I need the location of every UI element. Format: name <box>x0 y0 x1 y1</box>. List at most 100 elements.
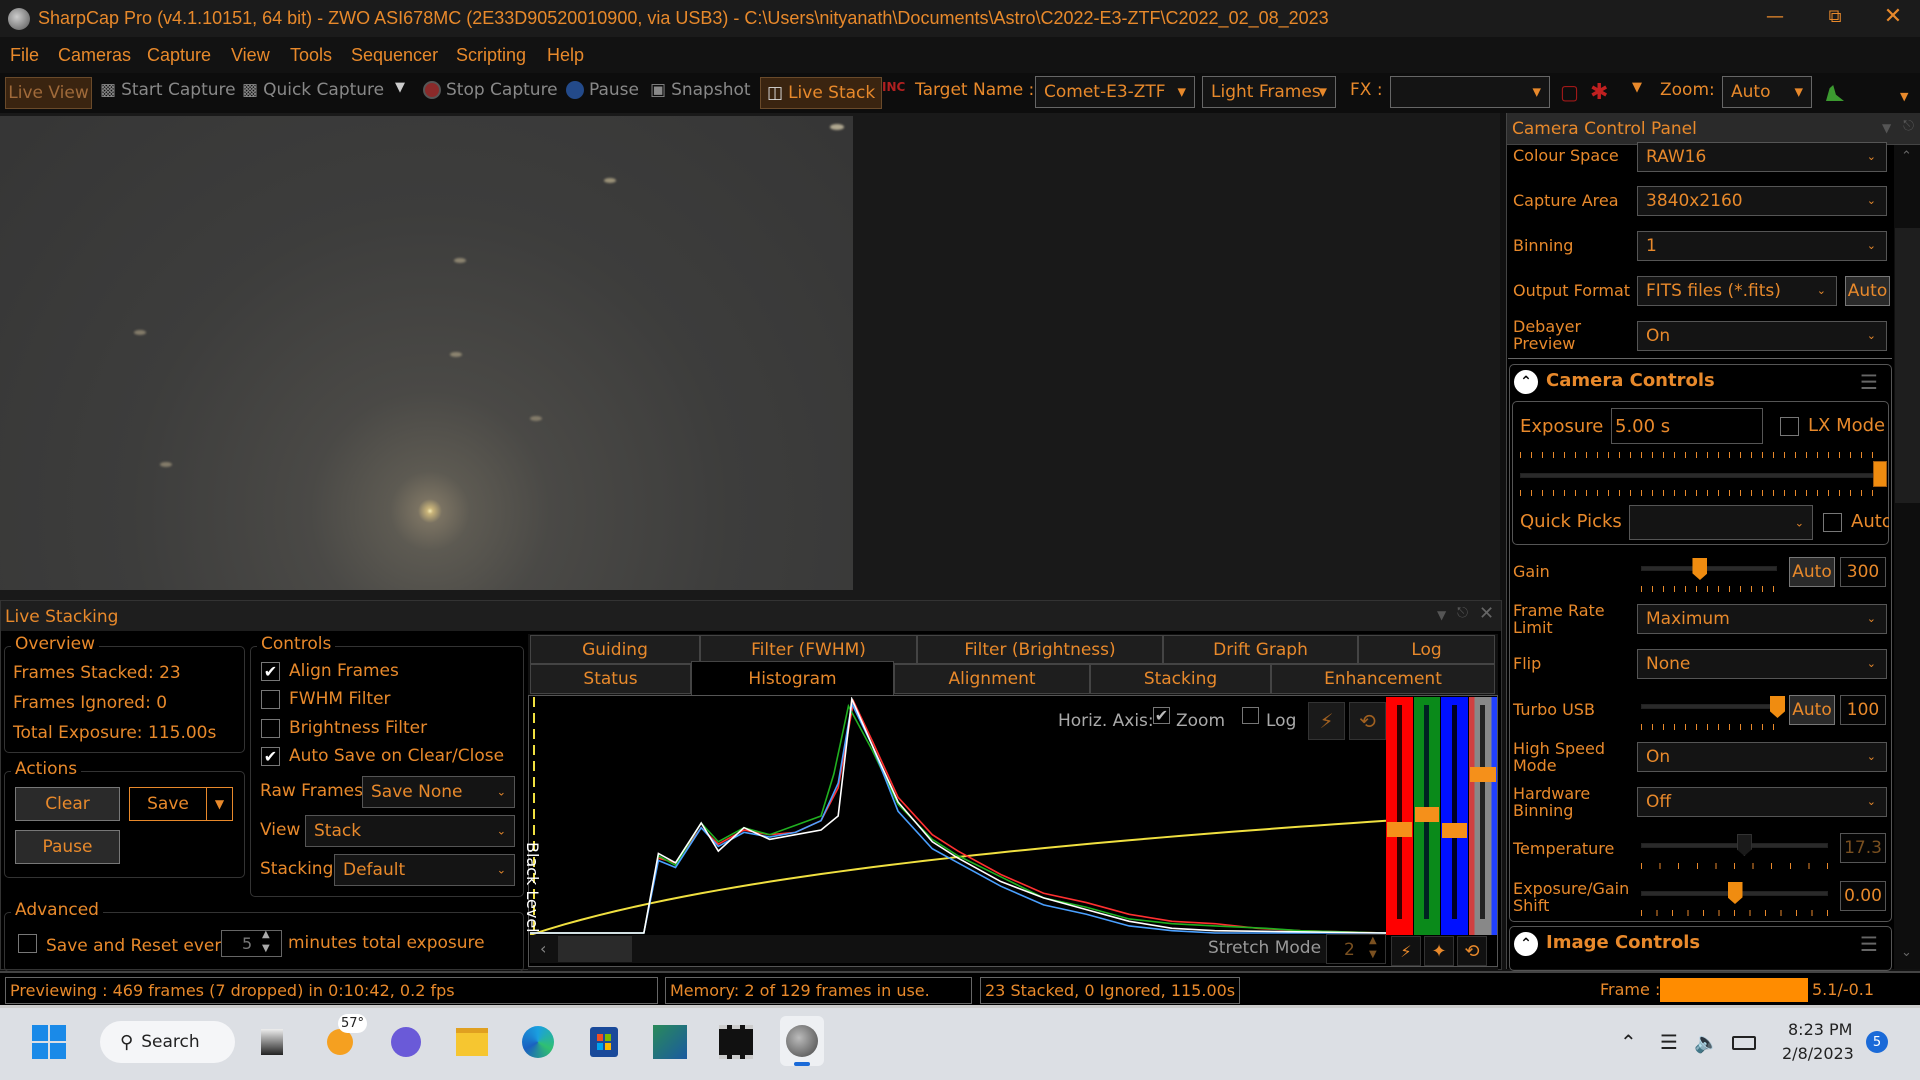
restore-button[interactable]: ⧉ <box>1820 6 1850 27</box>
wifi-icon[interactable]: ☰ <box>1660 1030 1678 1054</box>
spin-down-icon[interactable]: ▼ <box>1369 949 1377 960</box>
exposure-input[interactable]: 5.00 s <box>1611 408 1763 444</box>
battery-icon[interactable] <box>1732 1036 1756 1050</box>
menu-tools[interactable]: Tools <box>290 45 332 66</box>
green-level-slider[interactable] <box>1414 697 1440 935</box>
pause-stacking-button[interactable]: Pause <box>15 830 120 864</box>
tab-stacking[interactable]: Stacking <box>1090 664 1271 694</box>
taskbar-search[interactable]: ⚲ Search <box>100 1021 235 1063</box>
scroll-down-icon[interactable]: ⌄ <box>1901 945 1912 960</box>
target-name-select[interactable]: Comet-E3-ZTF ▼ <box>1035 76 1195 108</box>
histogram-plot[interactable] <box>530 697 1386 935</box>
toolbar-overflow-icon[interactable]: ▼ <box>1900 90 1908 103</box>
debayer-preview-select[interactable]: On ⌄ <box>1637 321 1887 351</box>
turbo-usb-slider[interactable] <box>1641 704 1777 709</box>
output-format-auto-button[interactable]: Auto <box>1845 276 1890 306</box>
exposure-slider-thumb[interactable] <box>1873 461 1887 487</box>
panel-menu-icon[interactable]: ▼ <box>1437 608 1446 622</box>
pause-button[interactable]: Pause <box>566 80 639 100</box>
save-options-dropdown[interactable]: ▼ <box>206 787 233 821</box>
spin-up-icon[interactable]: ▲ <box>262 929 270 940</box>
raw-frames-select[interactable]: Save None ⌄ <box>362 776 515 808</box>
scrollbar-thumb[interactable] <box>558 936 632 962</box>
start-button[interactable] <box>27 1020 71 1064</box>
flip-select[interactable]: None ⌄ <box>1637 649 1887 679</box>
task-view-icon[interactable] <box>250 1020 294 1064</box>
sharpcap-taskbar-icon[interactable] <box>780 1016 824 1066</box>
overlay-dropdown[interactable]: ▼ <box>1632 80 1642 95</box>
spin-up-icon[interactable]: ▲ <box>1369 935 1377 946</box>
quick-capture-button[interactable]: ▩ Quick Capture <box>242 80 384 100</box>
quick-picks-select[interactable]: ⌄ <box>1629 505 1813 540</box>
scroll-up-icon[interactable]: ⌃ <box>1901 149 1912 164</box>
hardware-binning-select[interactable]: Off ⌄ <box>1637 787 1887 817</box>
gain-auto-button[interactable]: Auto <box>1789 557 1835 587</box>
align-frames-checkbox[interactable]: ✔ <box>261 662 280 681</box>
green-level-thumb[interactable] <box>1415 807 1439 822</box>
menu-sequencer[interactable]: Sequencer <box>351 45 438 66</box>
gain-slider[interactable] <box>1641 566 1777 571</box>
file-explorer-icon[interactable] <box>450 1020 494 1064</box>
output-format-select[interactable]: FITS files (*.fits) ⌄ <box>1637 276 1837 306</box>
tab-drift-graph[interactable]: Drift Graph <box>1163 635 1358 664</box>
exposure-gain-shift-value[interactable]: 0.00 <box>1840 881 1886 911</box>
microsoft-store-icon[interactable] <box>582 1020 626 1064</box>
brightness-filter-checkbox[interactable] <box>261 719 280 738</box>
turbo-usb-value[interactable]: 100 <box>1840 695 1886 725</box>
menu-help[interactable]: Help <box>547 45 584 66</box>
hamburger-menu-icon[interactable]: ☰ <box>1860 370 1878 394</box>
stop-capture-button[interactable]: Stop Capture <box>423 80 558 100</box>
clock-date[interactable]: 2/8/2023 <box>1782 1044 1854 1063</box>
panel-scrollbar[interactable]: ⌃ ⌄ <box>1894 145 1920 969</box>
snapshot-button[interactable]: ▣ Snapshot <box>650 80 751 100</box>
colour-space-select[interactable]: RAW16 ⌄ <box>1637 142 1887 172</box>
stretch-mode-spinner[interactable]: 2 ▲ ▼ <box>1326 934 1386 964</box>
live-view-button[interactable]: Live View <box>5 77 92 109</box>
reticle-box-icon[interactable]: ▢ <box>1560 80 1579 104</box>
red-level-thumb[interactable] <box>1387 822 1412 837</box>
save-reset-checkbox[interactable] <box>18 934 37 953</box>
stretch-reset-icon[interactable]: ⟲ <box>1457 936 1487 966</box>
auto-save-checkbox[interactable]: ✔ <box>261 747 280 766</box>
spin-down-icon[interactable]: ▼ <box>262 943 270 954</box>
notification-badge[interactable]: 5 <box>1866 1031 1888 1053</box>
show-hidden-icons[interactable]: ⌃ <box>1620 1030 1637 1054</box>
frame-type-select[interactable]: Light Frames ▼ <box>1202 76 1336 108</box>
tab-status[interactable]: Status <box>530 664 691 694</box>
inc-icon[interactable]: INC <box>882 80 905 94</box>
tab-histogram[interactable]: Histogram <box>691 661 894 696</box>
weather-icon[interactable]: 57° <box>318 1014 368 1064</box>
pin-icon[interactable]: ⎋ <box>1457 605 1468 621</box>
pipp-icon[interactable] <box>714 1020 758 1064</box>
registax-icon[interactable] <box>648 1020 692 1064</box>
scroll-left-icon[interactable]: ‹ <box>540 939 546 958</box>
save-button[interactable]: Save <box>129 787 207 821</box>
crosshair-icon[interactable]: ✱ <box>1590 80 1608 105</box>
start-capture-button[interactable]: ▩ Start Capture <box>100 80 236 100</box>
teams-chat-icon[interactable] <box>384 1020 428 1064</box>
minimize-button[interactable]: — <box>1760 6 1790 27</box>
menu-capture[interactable]: Capture <box>147 45 211 66</box>
quick-capture-dropdown[interactable]: ▼ <box>395 80 405 95</box>
menu-view[interactable]: View <box>231 45 270 66</box>
red-level-slider[interactable] <box>1386 697 1413 935</box>
horiz-log-checkbox[interactable] <box>1242 707 1259 724</box>
turbo-usb-auto-button[interactable]: Auto <box>1789 695 1835 725</box>
minutes-spinner[interactable]: 5 ▲ ▼ <box>221 929 282 957</box>
tab-enhancement[interactable]: Enhancement <box>1271 664 1495 694</box>
reset-icon[interactable]: ⟲ <box>1349 702 1386 740</box>
binning-select[interactable]: 1 ⌄ <box>1637 231 1887 261</box>
frame-rate-limit-select[interactable]: Maximum ⌄ <box>1637 604 1887 634</box>
clear-button[interactable]: Clear <box>15 787 120 821</box>
quick-picks-auto-checkbox[interactable] <box>1823 513 1842 532</box>
tab-filter-fwhm[interactable]: Filter (FWHM) <box>700 635 917 664</box>
high-speed-mode-select[interactable]: On ⌄ <box>1637 742 1887 772</box>
capture-area-select[interactable]: 3840x2160 ⌄ <box>1637 186 1887 216</box>
edge-browser-icon[interactable] <box>516 1020 560 1064</box>
menu-file[interactable]: File <box>10 45 39 66</box>
fx-select[interactable]: ▼ <box>1390 76 1550 108</box>
tab-alignment[interactable]: Alignment <box>894 664 1090 694</box>
horiz-zoom-checkbox[interactable]: ✔ <box>1153 706 1170 725</box>
blue-level-thumb[interactable] <box>1442 823 1467 838</box>
close-panel-icon[interactable]: ✕ <box>1479 603 1494 624</box>
